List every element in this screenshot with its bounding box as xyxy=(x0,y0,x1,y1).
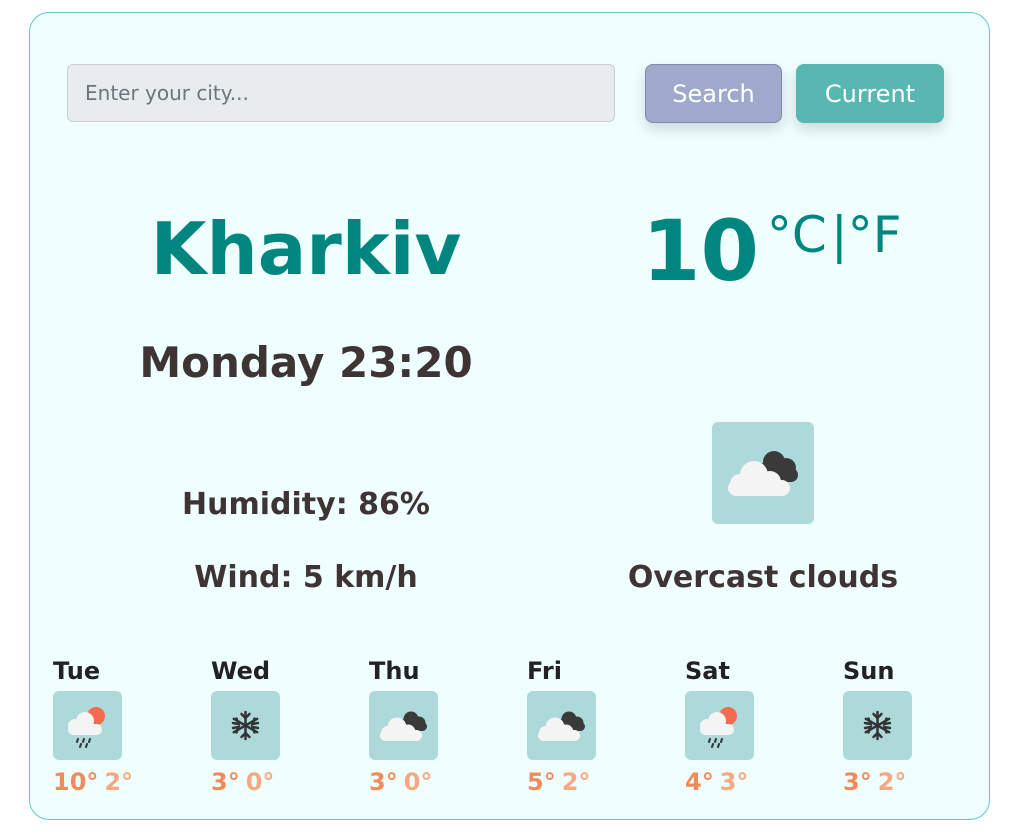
current-location-button[interactable]: Current xyxy=(796,64,944,123)
forecast-day-name: Sun xyxy=(843,657,895,685)
forecast-max-temp: 3° xyxy=(369,768,398,796)
weather-card: Search Current Kharkiv 10 °C | °F Monday… xyxy=(29,12,990,820)
forecast-max-temp: 3° xyxy=(843,768,872,796)
snow-icon xyxy=(211,691,280,760)
forecast-day: Thu 3° 0° xyxy=(369,653,489,800)
current-datetime: Monday 23:20 xyxy=(139,338,473,387)
forecast-min-temp: 2° xyxy=(561,768,591,796)
forecast-min-temp: 3° xyxy=(719,768,749,796)
forecast-min-temp: 0° xyxy=(403,768,433,796)
search-button[interactable]: Search xyxy=(645,64,782,123)
humidity-text: Humidity: 86% xyxy=(182,487,430,522)
overcast-clouds-icon xyxy=(712,422,814,524)
forecast-day-name: Wed xyxy=(211,657,271,685)
forecast-day-name: Thu xyxy=(369,657,420,685)
temperature-value: 10 xyxy=(642,202,759,300)
weather-description: Overcast clouds xyxy=(627,560,899,595)
rain-sun-icon xyxy=(685,691,754,760)
forecast-day: Fri 5° 2° xyxy=(527,653,647,800)
overcast-clouds-icon xyxy=(369,691,438,760)
snow-icon xyxy=(843,691,912,760)
forecast-max-temp: 4° xyxy=(685,768,714,796)
forecast-day: Wed 3° 0° xyxy=(211,653,331,800)
forecast-min-temp: 2° xyxy=(877,768,907,796)
forecast-max-temp: 5° xyxy=(527,768,556,796)
rain-sun-icon xyxy=(53,691,122,760)
fahrenheit-link[interactable]: °F xyxy=(848,205,902,265)
forecast-day-name: Tue xyxy=(53,657,101,685)
forecast-max-temp: 10° xyxy=(53,768,99,796)
forecast-min-temp: 0° xyxy=(245,768,275,796)
forecast-day-name: Fri xyxy=(527,657,562,685)
forecast-day: Tue 10° 2° xyxy=(53,653,173,800)
city-name: Kharkiv xyxy=(150,207,462,291)
wind-text: Wind: 5 km/h xyxy=(194,560,418,595)
temperature-display: 10 °C | °F xyxy=(642,201,901,301)
unit-separator: | xyxy=(830,206,848,264)
overcast-clouds-icon xyxy=(527,691,596,760)
city-search-input[interactable] xyxy=(67,64,615,122)
forecast-day-name: Sat xyxy=(685,657,730,685)
forecast-day: Sun 3° 2° xyxy=(843,653,963,800)
forecast-day: Sat 4° 3° xyxy=(685,653,805,800)
forecast-max-temp: 3° xyxy=(211,768,240,796)
forecast-min-temp: 2° xyxy=(104,768,134,796)
celsius-link[interactable]: °C xyxy=(767,205,827,265)
